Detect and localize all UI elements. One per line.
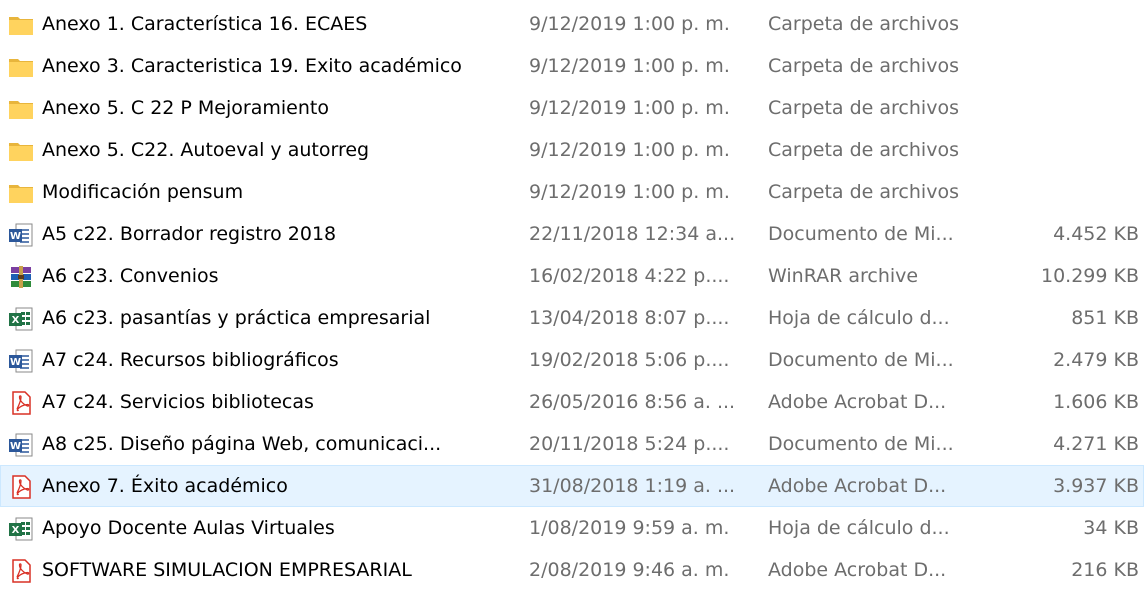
folder-icon	[7, 137, 35, 165]
folder-icon	[7, 53, 35, 81]
file-date-modified: 26/05/2016 8:56 a. ...	[529, 391, 736, 413]
file-date-modified: 1/08/2019 9:59 a. m.	[529, 517, 730, 539]
file-type: Carpeta de archivos	[768, 181, 959, 203]
file-size: 3.937 KB	[1053, 475, 1139, 497]
file-date-modified: 9/12/2019 1:00 p. m.	[529, 139, 730, 161]
file-date-modified: 9/12/2019 1:00 p. m.	[529, 13, 730, 35]
file-date-modified: 31/08/2018 1:19 a. ...	[529, 475, 736, 497]
file-date-modified: 16/02/2018 4:22 p....	[529, 265, 730, 287]
file-row[interactable]: W A7 c24. Recursos bibliográficos 19/02/20…	[0, 339, 1144, 381]
file-size	[1001, 88, 1139, 128]
file-type: WinRAR archive	[768, 265, 919, 287]
file-size: 851 KB	[1071, 307, 1139, 329]
file-type: Carpeta de archivos	[768, 13, 959, 35]
file-name: A5 c22. Borrador registro 2018	[42, 223, 337, 245]
file-type: Adobe Acrobat D...	[768, 475, 947, 497]
svg-text:W: W	[10, 441, 21, 452]
pdf-document-icon	[7, 557, 35, 585]
file-row[interactable]: A6 c23. Convenios 16/02/2018 4:22 p.... Wi…	[0, 255, 1144, 297]
file-date-modified: 9/12/2019 1:00 p. m.	[529, 55, 730, 77]
pdf-document-icon	[7, 389, 35, 417]
file-date-modified: 22/11/2018 12:34 a...	[529, 223, 736, 245]
folder-icon	[7, 95, 35, 123]
file-name: Modificación pensum	[42, 181, 244, 203]
file-row[interactable]: X Apoyo Docente Aulas Virtuales 1/08/2019 …	[0, 507, 1144, 549]
file-size: 216 KB	[1071, 559, 1139, 581]
file-name: Anexo 1. Característica 16. ECAES	[42, 13, 368, 35]
winrar-archive-icon	[7, 263, 35, 291]
file-date-modified: 20/11/2018 5:24 p....	[529, 433, 730, 455]
file-size	[1001, 130, 1139, 170]
svg-text:W: W	[10, 231, 21, 242]
file-row[interactable]: X A6 c23. pasantías y práctica empresaria…	[0, 297, 1144, 339]
file-type: Hoja de cálculo d...	[768, 307, 950, 329]
file-size: 2.479 KB	[1053, 349, 1139, 371]
file-type: Documento de Mi...	[768, 433, 954, 455]
file-date-modified: 19/02/2018 5:06 p....	[529, 349, 730, 371]
file-name: Anexo 5. C 22 P Mejoramiento	[42, 97, 329, 119]
file-row[interactable]: W A8 c25. Diseño página Web, comunicaci..…	[0, 423, 1144, 465]
file-type: Adobe Acrobat D...	[768, 391, 947, 413]
file-row[interactable]: SOFTWARE SIMULACION EMPRESARIAL 2/08/2019…	[0, 549, 1144, 591]
file-name: Apoyo Docente Aulas Virtuales	[42, 517, 335, 539]
file-size: 10.299 KB	[1040, 265, 1139, 287]
file-list: Anexo 1. Característica 16. ECAES 9/12/20…	[0, 3, 1144, 591]
file-size	[1001, 172, 1139, 212]
svg-text:W: W	[10, 357, 21, 368]
file-name: A6 c23. Convenios	[42, 265, 219, 287]
word-document-icon: W	[7, 431, 35, 459]
file-row[interactable]: Anexo 5. C 22 P Mejoramiento 9/12/2019 1:…	[0, 87, 1144, 129]
file-size: 1.606 KB	[1053, 391, 1139, 413]
pdf-document-icon	[7, 473, 35, 501]
file-type: Adobe Acrobat D...	[768, 559, 947, 581]
file-size: 34 KB	[1083, 517, 1139, 539]
svg-text:X: X	[12, 315, 20, 326]
file-name: Anexo 3. Caracteristica 19. Exito académ…	[42, 55, 462, 77]
file-row[interactable]: Anexo 1. Característica 16. ECAES 9/12/20…	[0, 3, 1144, 45]
file-type: Hoja de cálculo d...	[768, 517, 950, 539]
file-size: 4.271 KB	[1053, 433, 1139, 455]
file-date-modified: 13/04/2018 8:07 p....	[529, 307, 730, 329]
file-name: A7 c24. Servicios bibliotecas	[42, 391, 314, 413]
file-row[interactable]: A7 c24. Servicios bibliotecas 26/05/2016 …	[0, 381, 1144, 423]
file-name: A7 c24. Recursos bibliográficos	[42, 349, 339, 371]
excel-spreadsheet-icon: X	[7, 515, 35, 543]
file-type: Carpeta de archivos	[768, 139, 959, 161]
file-type: Documento de Mi...	[768, 223, 954, 245]
excel-spreadsheet-icon: X	[7, 305, 35, 333]
word-document-icon: W	[7, 221, 35, 249]
file-size	[1001, 46, 1139, 86]
file-type: Documento de Mi...	[768, 349, 954, 371]
file-type: Carpeta de archivos	[768, 55, 959, 77]
file-date-modified: 9/12/2019 1:00 p. m.	[529, 181, 730, 203]
folder-icon	[7, 11, 35, 39]
file-name: Anexo 5. C22. Autoeval y autorreg	[42, 139, 370, 161]
file-row[interactable]: Modificación pensum 9/12/2019 1:00 p. m. C…	[0, 171, 1144, 213]
file-row[interactable]: Anexo 5. C22. Autoeval y autorreg 9/12/20…	[0, 129, 1144, 171]
word-document-icon: W	[7, 347, 35, 375]
file-row[interactable]: Anexo 7. Éxito académico 31/08/2018 1:19 …	[0, 465, 1144, 507]
file-size	[1001, 4, 1139, 44]
file-name: A6 c23. pasantías y práctica empresarial	[42, 307, 431, 329]
file-type: Carpeta de archivos	[768, 97, 959, 119]
file-date-modified: 9/12/2019 1:00 p. m.	[529, 97, 730, 119]
file-row[interactable]: Anexo 3. Caracteristica 19. Exito académ…	[0, 45, 1144, 87]
file-name: Anexo 7. Éxito académico	[42, 475, 288, 497]
file-date-modified: 2/08/2019 9:46 a. m.	[529, 559, 730, 581]
file-row[interactable]: W A5 c22. Borrador registro 2018 22/11/201…	[0, 213, 1144, 255]
folder-icon	[7, 179, 35, 207]
svg-text:X: X	[12, 525, 20, 536]
file-name: SOFTWARE SIMULACION EMPRESARIAL	[42, 559, 412, 581]
file-size: 4.452 KB	[1053, 223, 1139, 245]
file-name: A8 c25. Diseño página Web, comunicaci...	[42, 433, 442, 455]
